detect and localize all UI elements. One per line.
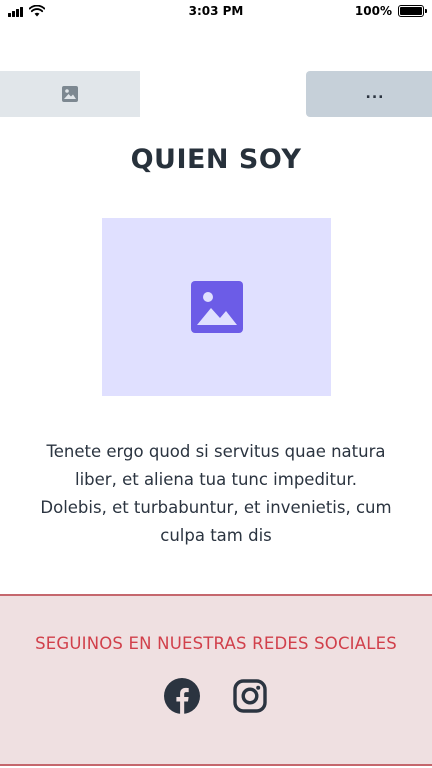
- bio-text: Tenete ergo quod si servitus quae natura…: [40, 442, 392, 545]
- image-placeholder-icon: [190, 281, 243, 333]
- image-placeholder-icon: [62, 86, 78, 102]
- status-bar: 3:03 PM 100%: [0, 0, 432, 24]
- hero-image-placeholder: [102, 218, 331, 396]
- status-right: 100%: [354, 4, 427, 18]
- instagram-link[interactable]: [232, 678, 268, 714]
- logo-placeholder[interactable]: [0, 71, 140, 117]
- instagram-icon: [233, 679, 267, 713]
- footer: SEGUINOS EN NUESTRAS REDES SOCIALES: [0, 594, 432, 766]
- social-links: [0, 678, 432, 714]
- page-title: QUIEN SOY: [130, 144, 302, 175]
- battery-percent: 100%: [354, 4, 392, 18]
- battery-icon: [398, 5, 427, 17]
- footer-heading: SEGUINOS EN NUESTRAS REDES SOCIALES: [35, 634, 397, 653]
- facebook-link[interactable]: [164, 678, 200, 714]
- facebook-icon: [164, 678, 200, 714]
- menu-button[interactable]: ...: [306, 71, 432, 117]
